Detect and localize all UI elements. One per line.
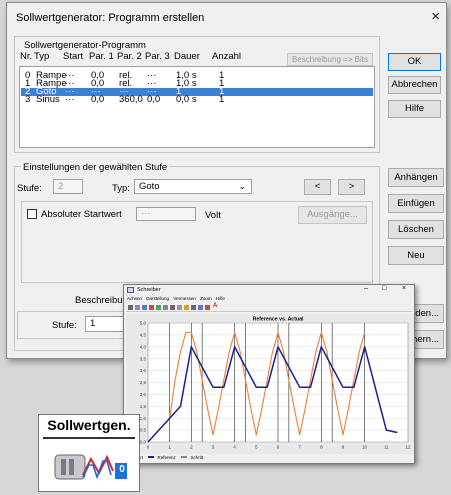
x-tick-label: 11: [384, 445, 389, 450]
y-tick-label: 4,0: [140, 344, 147, 349]
program-group-label: Sollwertgenerator-Programm: [24, 40, 146, 51]
outputs-button[interactable]: Ausgänge...: [298, 206, 367, 224]
toolbar-legend-icon[interactable]: [198, 305, 203, 310]
footer-schritt: Schritt: [190, 455, 204, 460]
typ-select[interactable]: Goto ⌄: [134, 179, 252, 194]
prev-stage-button[interactable]: <: [304, 179, 331, 195]
y-tick-label: 3,0: [140, 368, 147, 373]
append-button[interactable]: Anhängen: [388, 168, 444, 187]
close-icon[interactable]: ×: [431, 9, 440, 24]
col-par2: Par. 2: [117, 51, 142, 62]
stufe-field[interactable]: 2: [53, 179, 83, 194]
cell-dauer: 0,0 s: [176, 94, 197, 105]
channel-label: 0: [119, 464, 125, 475]
toolbar-print-icon[interactable]: [177, 305, 182, 310]
menu-zoom[interactable]: Zoom: [200, 296, 212, 301]
absolute-start-field[interactable]: ···: [136, 207, 196, 221]
program-list[interactable]: 0 Rampe ··· 0,0 rel. ··· 1,0 s 1 1 Rampe ··· 0,0 rel…: [19, 66, 375, 148]
col-anzahl: Anzahl: [212, 51, 242, 62]
footer-swatch-schritt: [181, 456, 188, 458]
col-nr: Nr.: [20, 51, 33, 62]
toolbar-color-icon[interactable]: [184, 305, 189, 310]
y-tick-label: 5,0: [140, 321, 147, 326]
chart-title: Reference vs. Actual: [253, 317, 304, 323]
new-button[interactable]: Neu: [388, 246, 444, 265]
col-start: Start: [63, 51, 84, 62]
y-tick-label: 3,5: [140, 356, 147, 361]
col-dauer: Dauer: [174, 51, 200, 62]
toolbar-pen-icon[interactable]: [205, 305, 210, 310]
stufe-label: Stufe:: [17, 183, 42, 194]
delete-button[interactable]: Löschen: [388, 220, 444, 239]
toolbar-cursor-icon[interactable]: [135, 305, 140, 310]
plot-menubar: Achsen Darstellung Vermessen Zoom Hilfe: [127, 296, 225, 301]
plot-title: Schreiber: [137, 287, 161, 293]
stufe-bottom-label: Stufe:: [52, 320, 77, 331]
cell-p3: 0,0: [147, 94, 161, 105]
cancel-button[interactable]: Abbrechen: [388, 76, 441, 94]
toolbar-zoom-icon[interactable]: [142, 305, 147, 310]
toolbar-grid-icon[interactable]: [128, 305, 133, 310]
cell-anzahl: 1: [219, 94, 225, 105]
typ-value: Goto: [139, 181, 160, 192]
x-tick-label: 12: [405, 445, 411, 450]
block-divider: [43, 437, 135, 439]
description-bits-button[interactable]: Beschreibung => Bits: [287, 53, 373, 66]
absolute-start-label: Absoluter Startwert: [41, 209, 122, 220]
maximize-icon[interactable]: □: [382, 285, 386, 292]
ok-button[interactable]: OK: [388, 53, 441, 71]
y-tick-label: 1,5: [140, 404, 147, 409]
toolbar-export-icon[interactable]: [191, 305, 196, 310]
next-stage-button[interactable]: >: [338, 179, 365, 195]
table-row[interactable]: 3 Sinus ··· 0,0 360,0 0,0 0,0 s 1: [21, 94, 373, 105]
plot-chart[interactable]: Reference vs. Actual 0,0 0,5 1,0 1,5 2,0 2,5 3,…: [126, 314, 414, 454]
menu-achsen[interactable]: Achsen: [127, 296, 142, 301]
app-icon: [127, 287, 134, 293]
plot-window: Schreiber – □ × Achsen Darstellung Verme…: [123, 284, 415, 464]
dialog-title: Sollwertgenerator: Programm erstellen: [16, 12, 205, 24]
minimize-icon[interactable]: –: [364, 285, 368, 292]
y-tick-label: 0,0: [140, 440, 147, 445]
x-tick-label: 10: [362, 445, 368, 450]
plot-toolbar: A: [126, 303, 412, 312]
toolbar-text-icon[interactable]: A: [213, 303, 217, 309]
y-tick-label: 2,0: [140, 392, 147, 397]
col-par1: Par. 1: [89, 51, 114, 62]
y-tick-label: 2,5: [140, 380, 147, 385]
menu-hilfe[interactable]: Hilfe: [216, 296, 225, 301]
cell-p2: 360,0: [119, 94, 143, 105]
cell-typ: Sinus: [36, 94, 60, 105]
y-tick-label: 1,0: [140, 416, 147, 421]
y-tick-label: 0,5: [140, 428, 147, 433]
toolbar-copy-icon[interactable]: [170, 305, 175, 310]
insert-button[interactable]: Einfügen: [388, 194, 444, 213]
footer-referenz: Referenz: [157, 455, 176, 460]
typ-label: Typ:: [112, 183, 130, 194]
stage-group-label: Einstellungen der gewählten Stufe: [21, 162, 170, 173]
footer-swatch-referenz: [148, 456, 155, 458]
menu-darstellung[interactable]: Darstellung: [146, 296, 169, 301]
chevron-down-icon: ⌄: [238, 181, 246, 191]
toolbar-measure-icon[interactable]: [156, 305, 161, 310]
col-par3: Par. 3: [145, 51, 170, 62]
plot-close-icon[interactable]: ×: [402, 285, 406, 292]
sollwertgen-block[interactable]: Sollwertgen. 0: [38, 414, 140, 492]
unit-label: Volt: [205, 210, 221, 221]
block-title: Sollwertgen.: [47, 417, 131, 433]
col-typ: Typ: [34, 51, 50, 62]
absolute-start-checkbox[interactable]: [27, 209, 37, 219]
y-tick-label: 4,5: [140, 333, 147, 338]
toolbar-marker-icon[interactable]: [149, 305, 154, 310]
cell-p1: 0,0: [91, 94, 105, 105]
cell-nr: 3: [25, 94, 31, 105]
help-button[interactable]: Hilfe: [388, 100, 441, 118]
menu-vermessen[interactable]: Vermessen: [173, 296, 196, 301]
toolbar-scale-icon[interactable]: [163, 305, 168, 310]
cell-start: ···: [65, 94, 75, 105]
